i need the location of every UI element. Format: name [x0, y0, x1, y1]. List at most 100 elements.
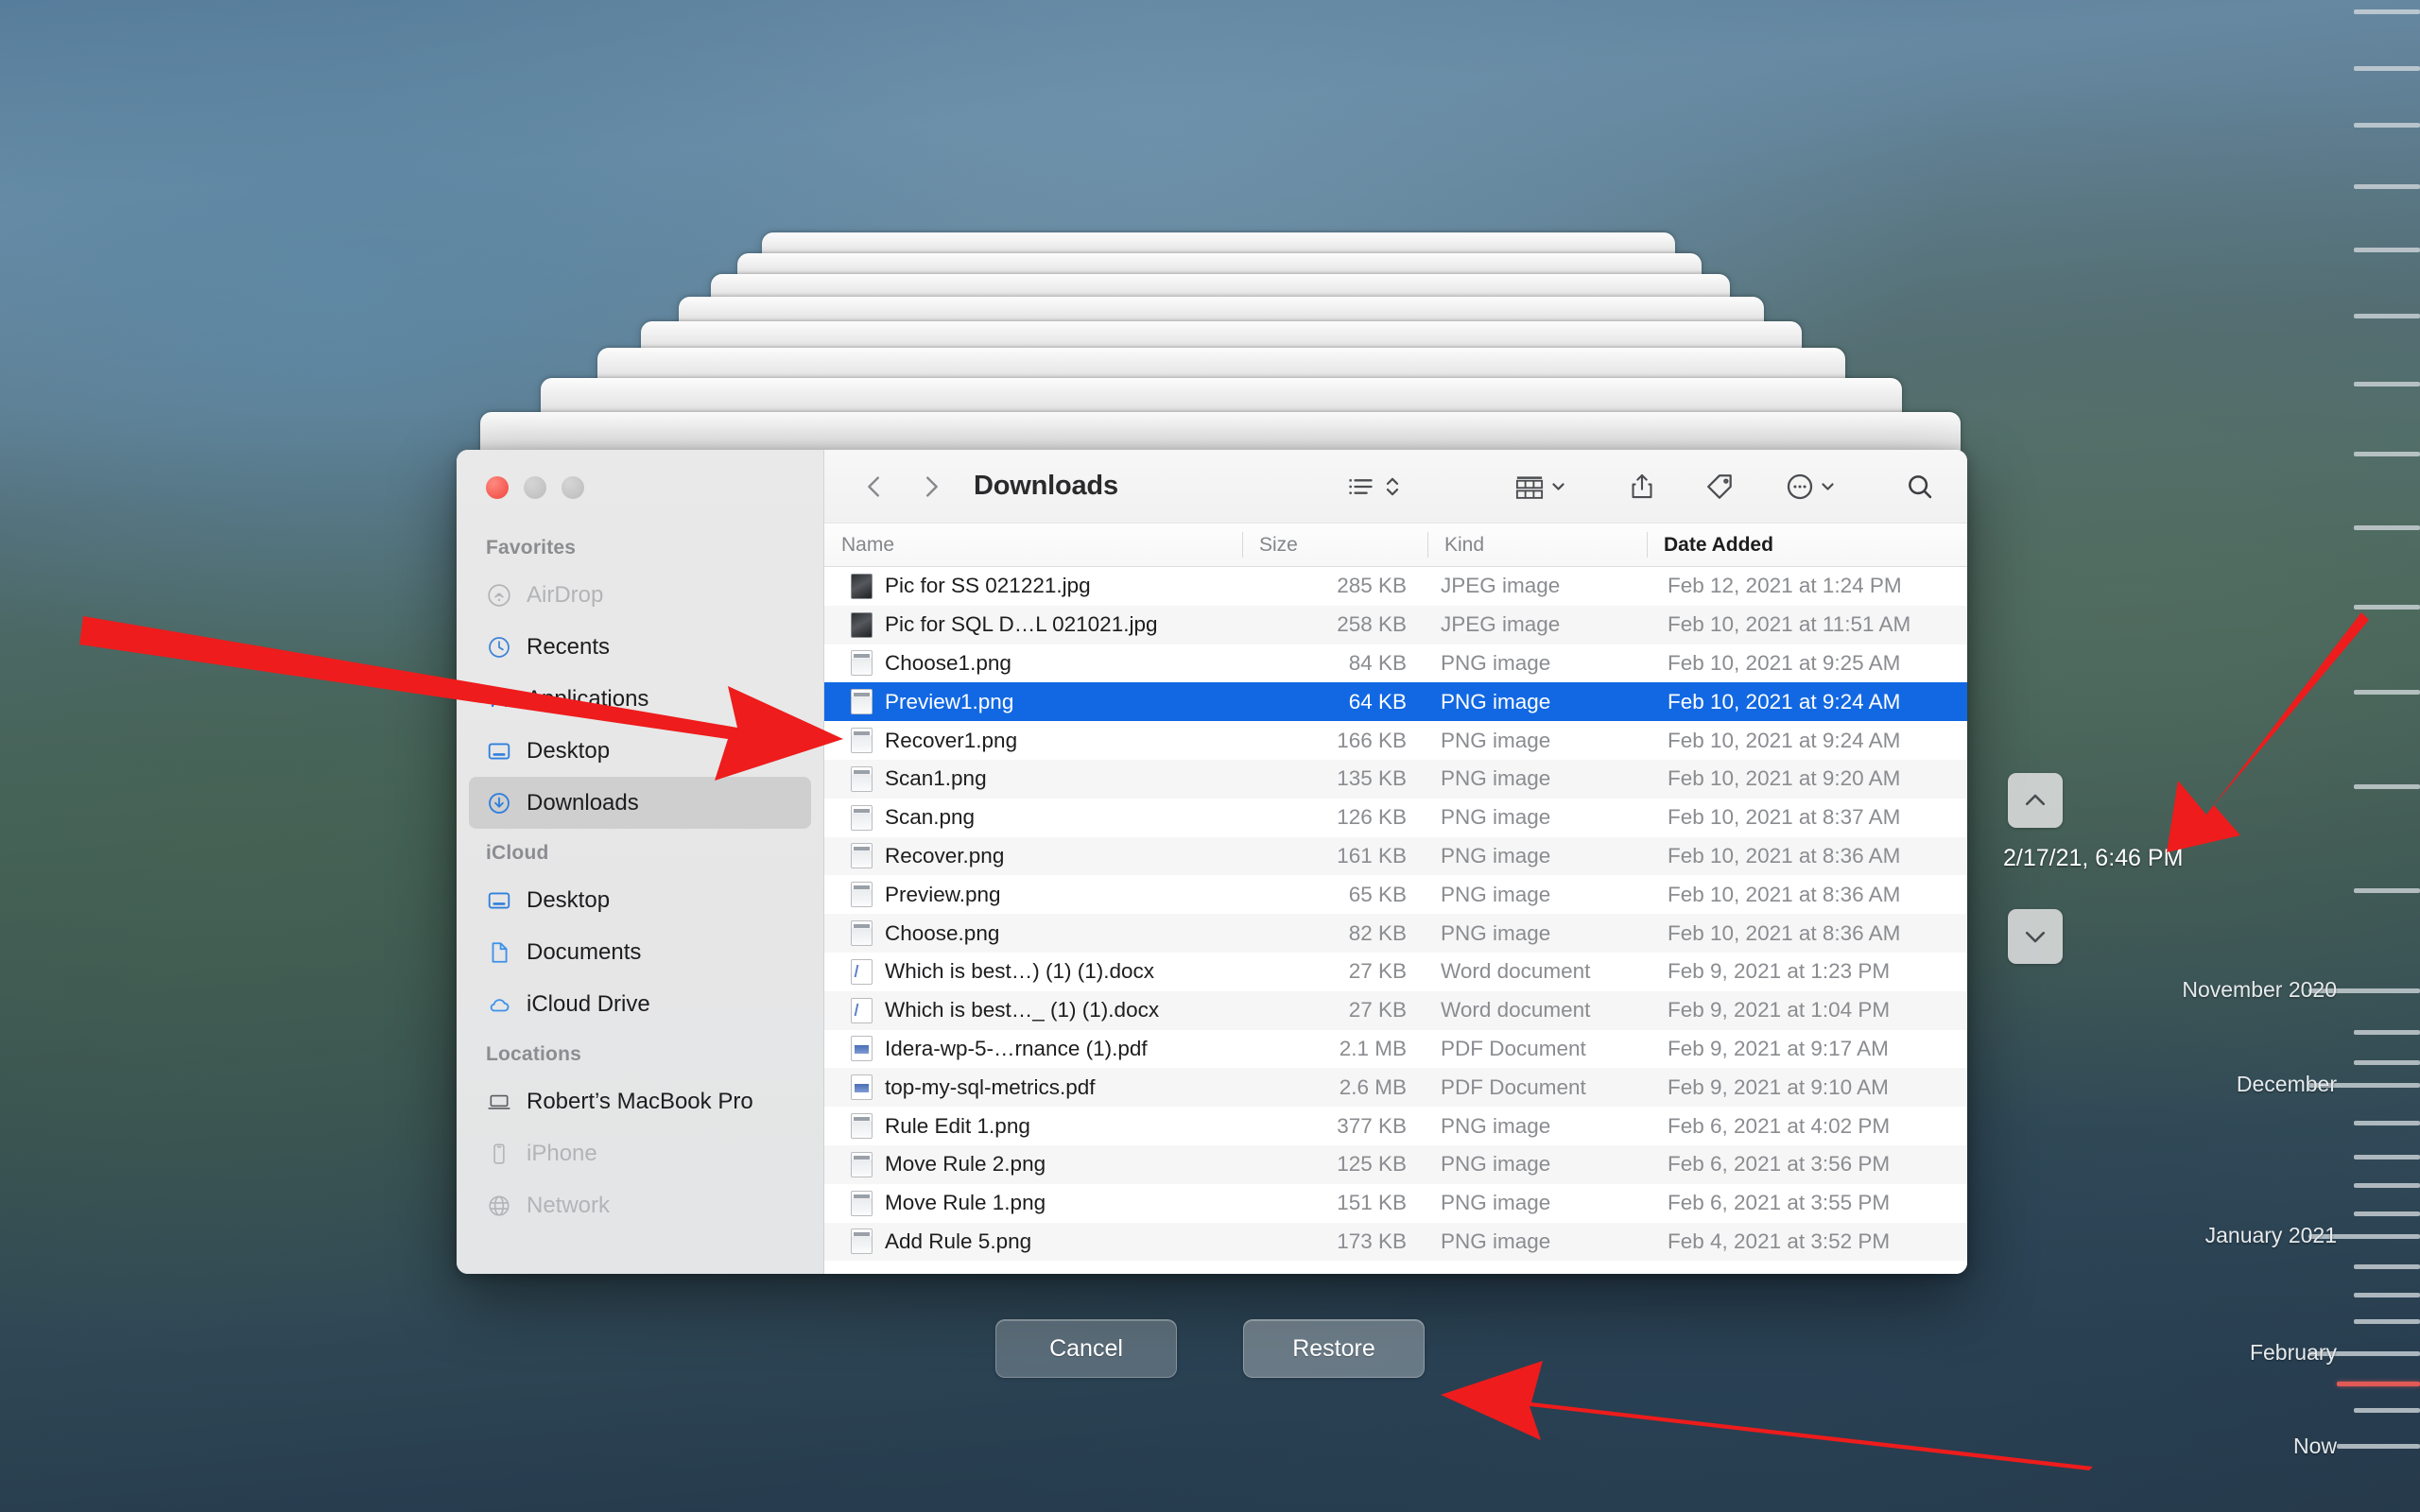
column-header-size[interactable]: Size [1242, 524, 1427, 566]
restore-button[interactable]: Restore [1243, 1319, 1425, 1378]
search-button[interactable] [1893, 462, 1946, 511]
table-row[interactable]: Rule Edit 1.png 377 KB PNG image Feb 6, 202… [824, 1107, 1967, 1145]
sidebar-item-macbook-pro[interactable]: Robert’s MacBook Pro [469, 1075, 811, 1127]
timeline-tick[interactable] [2354, 1121, 2420, 1125]
table-row[interactable]: Choose.png 82 KB PNG image Feb 10, 2021 at … [824, 914, 1967, 953]
timeline[interactable]: November 2020 December January 2021 Februar… [2136, 0, 2420, 1512]
list-view-button[interactable] [1336, 462, 1411, 511]
sidebar-item-label: Applications [527, 685, 649, 712]
tag-button[interactable] [1694, 462, 1747, 511]
timeline-tick[interactable] [2354, 184, 2420, 189]
timeline-tick[interactable] [2354, 1183, 2420, 1188]
timeline-tick[interactable] [2354, 888, 2420, 893]
sidebar-item-applications[interactable]: Applications [469, 673, 811, 725]
file-name: top-my-sql-metrics.pdf [885, 1074, 1096, 1099]
table-row[interactable]: Preview.png 65 KB PNG image Feb 10, 2021 at… [824, 875, 1967, 914]
timeline-tick[interactable] [2354, 314, 2420, 318]
chevron-down-icon[interactable] [2008, 909, 2063, 964]
timeline-tick[interactable] [2354, 123, 2420, 128]
iphone-icon [486, 1141, 512, 1167]
timeline-nav-up[interactable] [2008, 773, 2063, 828]
cell-kind: PNG image [1441, 1152, 1551, 1177]
column-header-kind[interactable]: Kind [1427, 524, 1647, 566]
sidebar-item-desktop[interactable]: Desktop [469, 725, 811, 777]
timeline-tick[interactable] [2354, 1155, 2420, 1160]
minimize-button[interactable] [524, 476, 546, 499]
cell-size: 27 KB [1348, 998, 1407, 1022]
file-name: Preview.png [885, 882, 1001, 906]
table-row[interactable]: Add Rule 5.png 173 KB PNG image Feb 4, 2021… [824, 1222, 1967, 1262]
timeline-tick-current[interactable] [2337, 1382, 2420, 1386]
sidebar-item-documents[interactable]: Documents [469, 926, 811, 978]
zoom-button[interactable] [562, 476, 584, 499]
timeline-tick[interactable] [2354, 1030, 2420, 1035]
cell-date-added: Feb 9, 2021 at 1:23 PM [1668, 959, 1891, 984]
finder-window[interactable]: Favorites AirDrop Recents Applications D… [457, 450, 1967, 1274]
cell-size: 161 KB [1337, 843, 1407, 868]
timeline-tick[interactable] [2354, 1293, 2420, 1297]
table-row[interactable]: top-my-sql-metrics.pdf 2.6 MB PDF Document… [824, 1068, 1967, 1108]
timeline-tick[interactable] [2337, 1444, 2420, 1449]
timeline-tick[interactable] [2354, 1319, 2420, 1324]
window-controls[interactable] [457, 463, 823, 524]
timeline-tick[interactable] [2354, 784, 2420, 789]
table-row[interactable]: Recover1.png 166 KB PNG image Feb 10, 2021 … [824, 721, 1967, 760]
sidebar-item-recents[interactable]: Recents [469, 621, 811, 673]
sidebar-item-icloud-drive[interactable]: iCloud Drive [469, 978, 811, 1030]
timeline-tick[interactable] [2354, 1060, 2420, 1065]
close-button[interactable] [486, 476, 509, 499]
cell-name: Choose1.png [824, 650, 1242, 677]
timeline-tick[interactable] [2354, 248, 2420, 252]
cell-kind: PNG image [1441, 689, 1551, 713]
cell-name: Pic for SS 021221.jpg [824, 573, 1242, 599]
column-header-date-added[interactable]: Date Added [1647, 524, 1967, 566]
column-header-name[interactable]: Name [824, 524, 1242, 566]
cell-kind: PNG image [1441, 650, 1551, 675]
back-button[interactable] [853, 465, 896, 508]
laptop-icon [486, 1089, 512, 1115]
table-row[interactable]: Which is best…) (1) (1).docx 27 KB Word do… [824, 953, 1967, 991]
share-button[interactable] [1616, 462, 1668, 511]
timeline-tick[interactable] [2354, 66, 2420, 71]
table-row[interactable]: Move Rule 1.png 151 KB PNG image Feb 6, 202… [824, 1184, 1967, 1223]
file-name: Which is best…) (1) (1).docx [885, 959, 1155, 984]
file-icon [851, 1151, 873, 1177]
forward-button[interactable] [909, 465, 953, 508]
timeline-tick[interactable] [2354, 1408, 2420, 1413]
table-row[interactable]: Pic for SQL D…L 021021.jpg 258 KB JPEG ima… [824, 605, 1967, 644]
more-options-button[interactable] [1773, 462, 1846, 511]
timeline-tick[interactable] [2354, 452, 2420, 456]
cell-date-added: Feb 10, 2021 at 9:25 AM [1668, 650, 1901, 675]
file-list[interactable]: Pic for SS 021221.jpg 285 KB JPEG image Feb… [824, 567, 1967, 1274]
table-row[interactable]: Scan1.png 135 KB PNG image Feb 10, 2021 at … [824, 759, 1967, 799]
table-row[interactable]: Which is best…_ (1) (1).docx 27 KB Word do… [824, 990, 1967, 1030]
timeline-tick[interactable] [2354, 605, 2420, 610]
table-row[interactable]: Choose1.png 84 KB PNG image Feb 10, 2021 at… [824, 644, 1967, 683]
sidebar-item-icloud-desktop[interactable]: Desktop [469, 874, 811, 926]
timeline-tick[interactable] [2354, 1211, 2420, 1216]
group-items-button[interactable] [1502, 462, 1577, 511]
timeline-tick[interactable] [2354, 9, 2420, 14]
sidebar-item-airdrop[interactable]: AirDrop [469, 569, 811, 621]
timeline-nav-down[interactable] [2008, 909, 2063, 964]
sidebar-item-network[interactable]: Network [469, 1179, 811, 1231]
sidebar-item-label: Documents [527, 938, 642, 965]
table-row[interactable]: Idera-wp-5-…rnance (1).pdf 2.1 MB PDF Docu… [824, 1030, 1967, 1069]
cell-size: 82 KB [1348, 920, 1407, 945]
timeline-tick[interactable] [2354, 382, 2420, 387]
table-row[interactable]: Recover.png 161 KB PNG image Feb 10, 2021 a… [824, 836, 1967, 876]
file-name: Move Rule 2.png [885, 1152, 1046, 1177]
sidebar-item-iphone[interactable]: iPhone [469, 1127, 811, 1179]
timeline-tick[interactable] [2354, 525, 2420, 530]
table-row[interactable]: Scan.png 126 KB PNG image Feb 10, 2021 at 8… [824, 799, 1967, 837]
table-row[interactable]: Pic for SS 021221.jpg 285 KB JPEG image Feb… [824, 567, 1967, 606]
cell-date-added: Feb 6, 2021 at 3:55 PM [1668, 1191, 1891, 1215]
cancel-button[interactable]: Cancel [995, 1319, 1177, 1378]
sidebar-item-downloads[interactable]: Downloads [469, 777, 811, 829]
chevron-up-icon[interactable] [2008, 773, 2063, 828]
cell-size: 258 KB [1337, 612, 1407, 637]
table-row[interactable]: Move Rule 2.png 125 KB PNG image Feb 6, 202… [824, 1144, 1967, 1184]
timeline-tick[interactable] [2354, 1264, 2420, 1269]
table-row[interactable]: Preview1.png 64 KB PNG image Feb 10, 2021 a… [824, 682, 1967, 722]
timeline-tick[interactable] [2354, 690, 2420, 695]
